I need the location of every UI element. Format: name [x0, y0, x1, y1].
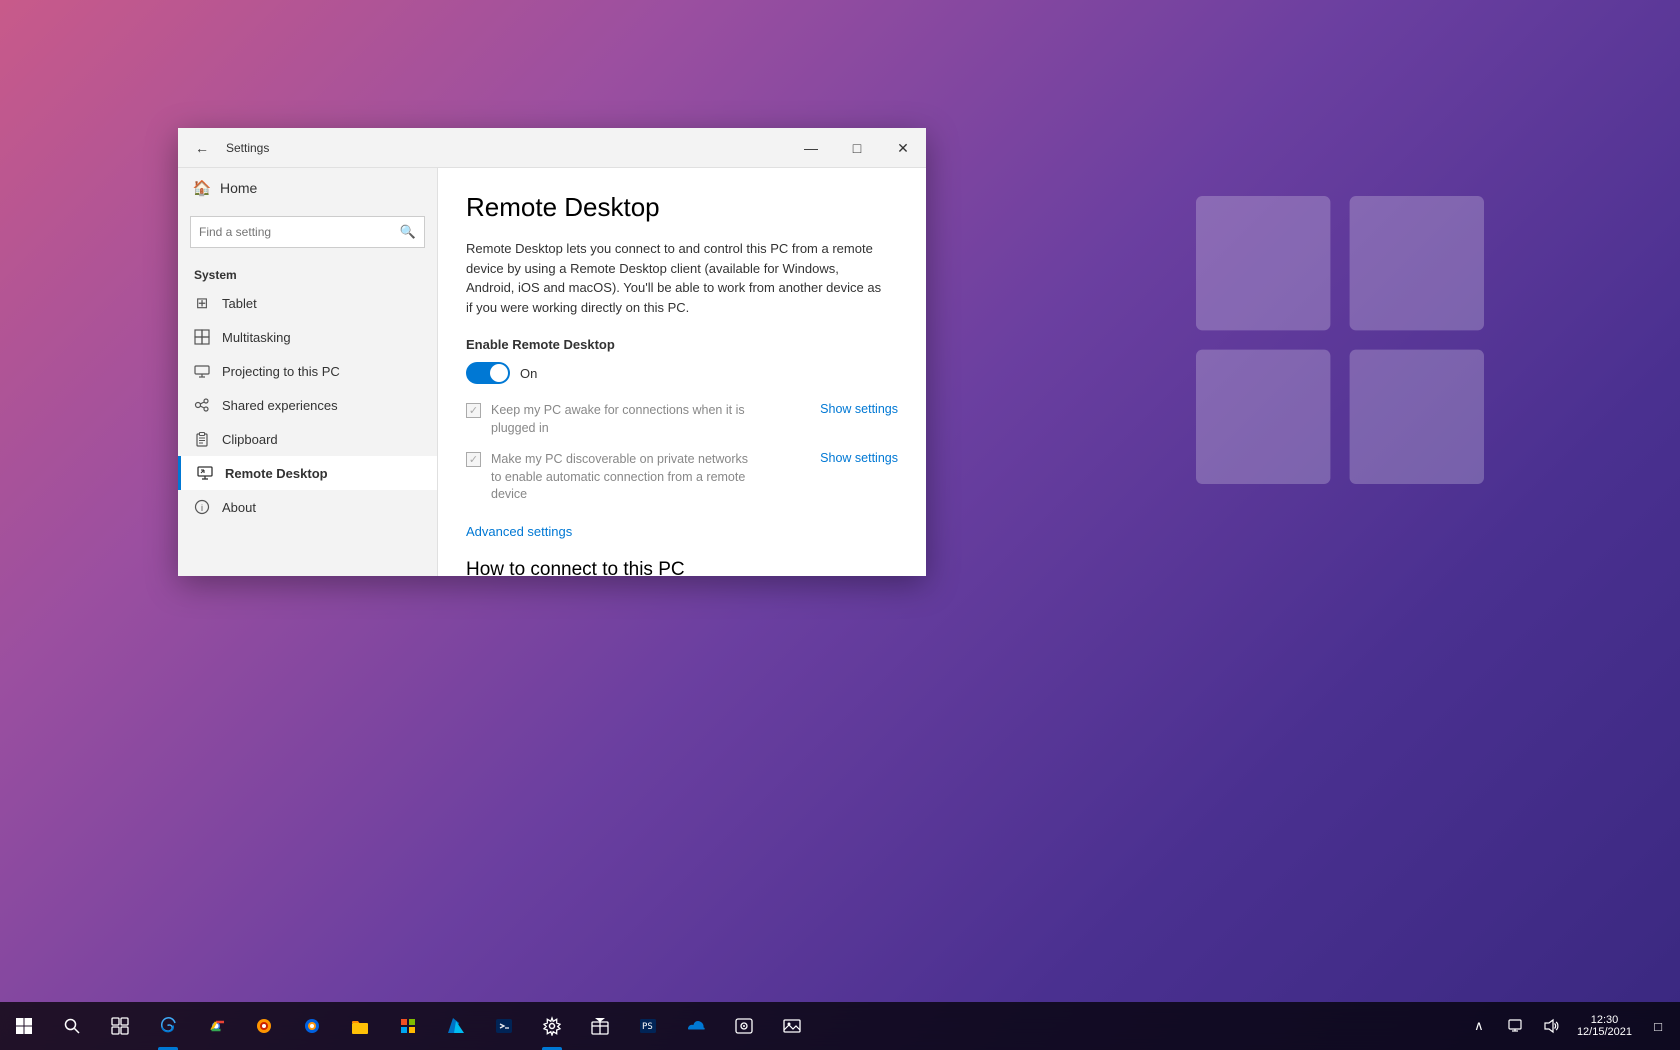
tablet-icon: ⊞	[194, 295, 210, 311]
taskbar-action-center-button[interactable]: □	[1640, 1002, 1676, 1050]
svg-text:PS: PS	[642, 1022, 653, 1032]
window-title: Settings	[226, 141, 788, 155]
taskbar-search-button[interactable]	[48, 1002, 96, 1050]
sidebar-item-about[interactable]: i About	[178, 490, 437, 524]
taskbar-clock[interactable]: 12:30 12/15/2021	[1569, 1002, 1640, 1050]
show-settings-link-1[interactable]: Show settings	[820, 402, 898, 416]
checkmark-icon: ✓	[469, 404, 478, 417]
section-label: System	[178, 256, 437, 286]
taskbar-network-icon[interactable]	[1497, 1002, 1533, 1050]
sidebar-item-tablet[interactable]: ⊞ Tablet	[178, 286, 437, 320]
keep-awake-checkbox[interactable]: ✓	[466, 403, 481, 418]
home-icon: 🏠	[194, 180, 210, 196]
taskbar-snip-button[interactable]	[576, 1002, 624, 1050]
keep-awake-label: Keep my PC awake for connections when it…	[491, 402, 751, 437]
sidebar-item-projecting[interactable]: Projecting to this PC	[178, 354, 437, 388]
maximize-button[interactable]: □	[834, 128, 880, 168]
taskbar-edge-button[interactable]	[144, 1002, 192, 1050]
search-icon: 🔍	[400, 224, 416, 240]
windows-logo	[1180, 180, 1500, 500]
taskbar-file-explorer-button[interactable]	[336, 1002, 384, 1050]
discoverable-checkbox[interactable]: ✓	[466, 452, 481, 467]
back-button[interactable]: ←	[186, 132, 218, 164]
multitasking-label: Multitasking	[222, 330, 291, 345]
close-button[interactable]: ✕	[880, 128, 926, 168]
start-button[interactable]	[0, 1002, 48, 1050]
checkmark-icon-2: ✓	[469, 453, 478, 466]
page-title: Remote Desktop	[466, 192, 898, 223]
taskbar-store-button[interactable]	[384, 1002, 432, 1050]
about-icon: i	[194, 499, 210, 515]
clipboard-icon	[194, 431, 210, 447]
show-settings-link-2[interactable]: Show settings	[820, 451, 898, 465]
taskbar-task-view-button[interactable]	[96, 1002, 144, 1050]
taskbar-settings-button[interactable]	[528, 1002, 576, 1050]
taskbar: PS ∧	[0, 1002, 1680, 1050]
taskbar-right: ∧ 12:30 12/15/2021 □	[1461, 1002, 1680, 1050]
how-to-title: How to connect to this PC	[466, 559, 898, 577]
taskbar-firefox-dev-button[interactable]	[288, 1002, 336, 1050]
toggle-state-label: On	[520, 366, 537, 381]
sidebar-item-clipboard[interactable]: Clipboard	[178, 422, 437, 456]
checkbox-container-1: ✓ Keep my PC awake for connections when …	[466, 402, 810, 437]
title-bar: ← Settings — □ ✕	[178, 128, 926, 168]
home-label: Home	[220, 180, 257, 196]
sidebar-item-shared-experiences[interactable]: Shared experiences	[178, 388, 437, 422]
taskbar-chrome-button[interactable]	[192, 1002, 240, 1050]
checkbox-container-2: ✓ Make my PC discoverable on private net…	[466, 451, 810, 504]
taskbar-onedrive-button[interactable]	[672, 1002, 720, 1050]
settings-window: ← Settings — □ ✕ 🏠 Home 🔍 System ⊞ Table…	[178, 128, 926, 576]
sidebar-item-multitasking[interactable]: Multitasking	[178, 320, 437, 354]
projecting-label: Projecting to this PC	[222, 364, 340, 379]
content-area: 🏠 Home 🔍 System ⊞ Tablet	[178, 168, 926, 576]
svg-text:i: i	[201, 503, 203, 513]
description-text: Remote Desktop lets you connect to and c…	[466, 239, 886, 317]
enable-label: Enable Remote Desktop	[466, 337, 898, 352]
clock-date: 12/15/2021	[1577, 1026, 1632, 1038]
window-controls: — □ ✕	[788, 128, 926, 167]
taskbar-azure-button[interactable]	[432, 1002, 480, 1050]
discoverable-label: Make my PC discoverable on private netwo…	[491, 451, 751, 504]
taskbar-volume-icon[interactable]	[1533, 1002, 1569, 1050]
taskbar-firefox-button[interactable]	[240, 1002, 288, 1050]
taskbar-photos-button[interactable]	[768, 1002, 816, 1050]
remote-desktop-toggle[interactable]	[466, 362, 510, 384]
main-content: Remote Desktop Remote Desktop lets you c…	[438, 168, 926, 576]
multitasking-icon	[194, 329, 210, 345]
clipboard-label: Clipboard	[222, 432, 278, 447]
remote-desktop-icon	[197, 465, 213, 481]
shared-experiences-label: Shared experiences	[222, 398, 338, 413]
clock-time: 12:30	[1591, 1014, 1619, 1026]
taskbar-terminal-button[interactable]	[480, 1002, 528, 1050]
checkbox-row-2: ✓ Make my PC discoverable on private net…	[466, 451, 898, 504]
toggle-row: On	[466, 362, 898, 384]
minimize-button[interactable]: —	[788, 128, 834, 168]
taskbar-vpn-button[interactable]	[720, 1002, 768, 1050]
sidebar: 🏠 Home 🔍 System ⊞ Tablet	[178, 168, 438, 576]
taskbar-chevron-button[interactable]: ∧	[1461, 1002, 1497, 1050]
taskbar-powershell-button[interactable]: PS	[624, 1002, 672, 1050]
projecting-icon	[194, 363, 210, 379]
sidebar-item-home[interactable]: 🏠 Home	[178, 168, 437, 208]
tablet-label: Tablet	[222, 296, 257, 311]
sidebar-item-remote-desktop[interactable]: Remote Desktop	[178, 456, 437, 490]
advanced-settings-link[interactable]: Advanced settings	[466, 524, 572, 539]
shared-experiences-icon	[194, 397, 210, 413]
search-input[interactable]	[199, 225, 400, 239]
taskbar-pinned: PS	[48, 1002, 816, 1050]
about-label: About	[222, 500, 256, 515]
search-box: 🔍	[190, 216, 425, 248]
remote-desktop-label: Remote Desktop	[225, 466, 328, 481]
checkbox-row-1: ✓ Keep my PC awake for connections when …	[466, 402, 898, 437]
